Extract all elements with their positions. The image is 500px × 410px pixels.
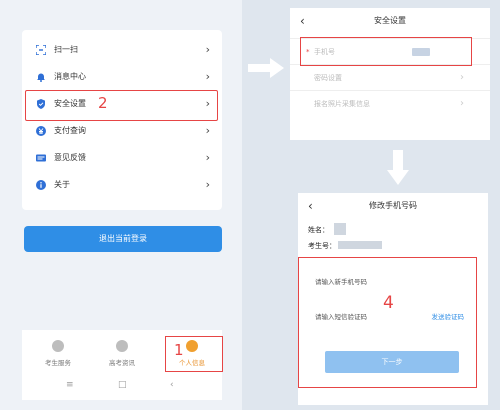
nav-gaokao-news[interactable]: 高考资讯 <box>94 330 150 372</box>
row-photo-info[interactable]: 报名照片采集信息 › <box>290 90 490 116</box>
info-icon <box>36 180 46 190</box>
menu-item-label: 支付查询 <box>54 126 86 135</box>
nav-label: 考生服务 <box>45 359 71 367</box>
chevron-right-icon: › <box>460 72 464 83</box>
row-label: 密码设置 <box>314 74 342 82</box>
menu-icon[interactable]: ≡ <box>66 380 74 390</box>
exam-number-label: 考生号： <box>308 242 336 250</box>
back-icon[interactable]: ‹ <box>300 8 305 34</box>
name-row: 姓名： <box>308 225 329 235</box>
back-icon[interactable]: ‹ <box>308 193 313 219</box>
exam-number-row: 考生号： <box>308 241 336 251</box>
menu-item-label: 扫一扫 <box>54 45 78 54</box>
security-highlight-box <box>25 90 218 121</box>
step-number-4: 4 <box>383 293 394 313</box>
home-icon[interactable]: □ <box>118 380 127 390</box>
menu-item-feedback[interactable]: 意见反馈 › <box>22 145 222 171</box>
heart-icon <box>52 340 64 352</box>
step-number-1: 1 <box>174 341 184 359</box>
arrow-down-icon <box>387 150 409 185</box>
scan-icon <box>36 45 46 55</box>
menu-item-about[interactable]: 关于 › <box>22 172 222 198</box>
back-icon[interactable]: ‹ <box>170 380 174 390</box>
nav-label: 高考资讯 <box>109 359 135 367</box>
news-icon <box>116 340 128 352</box>
change-phone-form: 请输入新手机号码 请输入短信验证码 发送验证码 4 下一步 <box>298 257 477 388</box>
system-navigation-bar: ≡ □ ‹ <box>22 372 222 400</box>
chevron-right-icon: › <box>205 70 210 83</box>
payment-icon <box>36 126 46 136</box>
menu-item-label: 消息中心 <box>54 72 86 81</box>
chevron-right-icon: › <box>205 43 210 56</box>
new-phone-input[interactable]: 请输入新手机号码 <box>315 276 367 286</box>
bell-icon <box>36 72 46 82</box>
menu-item-payment[interactable]: 支付查询 › <box>22 118 222 144</box>
menu-item-label: 关于 <box>54 180 70 189</box>
arrow-right-icon <box>248 58 284 78</box>
masked-exam-number <box>338 241 382 249</box>
send-code-button[interactable]: 发送验证码 <box>432 311 465 321</box>
page-header: ‹ 修改手机号码 <box>298 193 488 219</box>
name-label: 姓名： <box>308 226 329 234</box>
masked-name <box>334 223 346 235</box>
feedback-icon <box>36 153 46 163</box>
chevron-right-icon: › <box>460 98 464 109</box>
chevron-right-icon: › <box>205 124 210 137</box>
logout-button[interactable]: 退出当前登录 <box>24 226 222 252</box>
menu-item-messages[interactable]: 消息中心 › <box>22 64 222 90</box>
next-button[interactable]: 下一步 <box>325 351 459 373</box>
row-label: 报名照片采集信息 <box>314 100 370 108</box>
page-header: ‹ 安全设置 <box>290 8 490 34</box>
page-title: 修改手机号码 <box>369 201 417 210</box>
menu-item-scan[interactable]: 扫一扫 › <box>22 37 222 63</box>
step-number-2: 2 <box>98 94 108 112</box>
security-settings-screen: ‹ 安全设置 * 手机号 密码设置 › 报名照片采集信息 › <box>290 8 490 140</box>
phone-highlight-box <box>300 37 472 66</box>
nav-exam-services[interactable]: 考生服务 <box>30 330 86 372</box>
page-title: 安全设置 <box>374 16 406 25</box>
chevron-right-icon: › <box>205 178 210 191</box>
row-password[interactable]: 密码设置 › <box>290 64 490 90</box>
menu-item-label: 意见反馈 <box>54 153 86 162</box>
chevron-right-icon: › <box>205 151 210 164</box>
sms-code-input[interactable]: 请输入短信验证码 <box>315 311 367 321</box>
